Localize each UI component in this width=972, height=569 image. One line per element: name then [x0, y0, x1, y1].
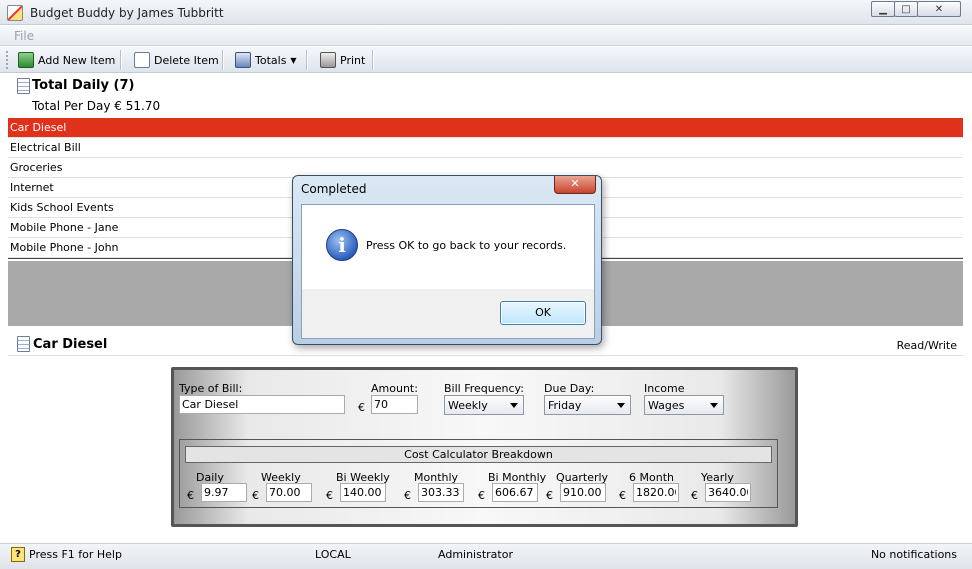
amount-input[interactable]: [371, 395, 418, 414]
document-icon: [17, 78, 30, 94]
title-bar: Budget Buddy by James Tubbritt ▁ □ ✕: [0, 0, 972, 25]
toolbar-separator: [306, 50, 307, 70]
close-button[interactable]: ✕: [917, 1, 961, 17]
toolbar: Add New Item Delete Item Totals ▼ Print: [0, 47, 972, 73]
total-per-day: Total Per Day € 51.70: [32, 99, 161, 113]
bill-frequency-label: Bill Frequency:: [444, 382, 524, 395]
detail-body: Type of Bill: Amount: € Bill Frequency: …: [8, 357, 963, 542]
menu-bar: File: [0, 26, 972, 46]
maximize-button[interactable]: □: [894, 1, 918, 17]
bill-frequency-select[interactable]: Weekly: [444, 395, 524, 415]
status-bar: ? Press F1 for Help LOCAL Administrator …: [0, 543, 972, 569]
euro-symbol: €: [252, 489, 259, 502]
euro-symbol: €: [358, 401, 365, 414]
breakdown-value-input[interactable]: [560, 483, 606, 502]
dialog-message-area: i Press OK to go back to your records.: [302, 205, 594, 289]
print-button[interactable]: Print: [317, 50, 368, 70]
window-controls: ▁ □ ✕: [871, 1, 961, 17]
dialog-close-button[interactable]: ✕: [554, 176, 596, 194]
document-icon: [17, 336, 30, 352]
printer-icon: [320, 52, 336, 68]
list-item[interactable]: Electrical Bill: [8, 138, 963, 158]
amount-label: Amount:: [371, 382, 418, 395]
status-notifications: No notifications: [870, 548, 957, 561]
income-value: Wages: [648, 399, 685, 412]
dropdown-arrow-icon: ▼: [290, 55, 297, 65]
completed-dialog: Completed ✕ i Press OK to go back to you…: [292, 175, 602, 345]
add-new-item-label: Add New Item: [38, 53, 116, 67]
euro-symbol: €: [546, 489, 553, 502]
breakdown-value-input[interactable]: [418, 483, 464, 502]
delete-item-label: Delete Item: [154, 53, 219, 67]
window-title: Budget Buddy by James Tubbritt: [30, 6, 224, 20]
breakdown-value-input[interactable]: [266, 483, 312, 502]
income-select[interactable]: Wages: [644, 395, 724, 415]
chevron-down-icon: [510, 403, 518, 408]
totals-label: Totals: [255, 53, 287, 67]
breakdown-value-input[interactable]: [633, 483, 679, 502]
due-day-select[interactable]: Friday: [544, 395, 631, 415]
total-daily-title: Total Daily (7): [32, 78, 135, 93]
detail-title: Car Diesel: [33, 337, 108, 352]
type-of-bill-input[interactable]: [179, 395, 345, 414]
toolbar-grip[interactable]: [6, 51, 9, 69]
print-label: Print: [340, 53, 366, 67]
totals-dropdown-button[interactable]: Totals ▼: [232, 50, 300, 70]
app-pencil-icon: [7, 5, 23, 21]
add-money-icon: [18, 52, 34, 68]
delete-item-button[interactable]: Delete Item: [131, 50, 222, 70]
euro-symbol: €: [619, 489, 626, 502]
euro-symbol: €: [404, 489, 411, 502]
breakdown-value-input[interactable]: [705, 483, 751, 502]
breakdown-value-input[interactable]: [201, 483, 247, 502]
totals-calculator-icon: [235, 52, 251, 68]
due-day-value: Friday: [548, 399, 582, 412]
list-item[interactable]: Car Diesel: [8, 118, 963, 138]
bill-editor-panel: Type of Bill: Amount: € Bill Frequency: …: [171, 367, 798, 527]
toolbar-separator: [120, 50, 121, 70]
euro-symbol: €: [691, 489, 698, 502]
toolbar-separator: [222, 50, 223, 70]
cost-breakdown-group: Cost Calculator Breakdown Daily€Weekly€B…: [179, 439, 778, 508]
add-new-item-button[interactable]: Add New Item: [15, 50, 118, 70]
dialog-message: Press OK to go back to your records.: [366, 239, 567, 252]
euro-symbol: €: [187, 489, 194, 502]
euro-symbol: €: [478, 489, 485, 502]
status-help: Press F1 for Help: [29, 548, 122, 561]
help-icon: ?: [11, 547, 25, 562]
bill-frequency-value: Weekly: [448, 399, 488, 412]
type-of-bill-label: Type of Bill:: [179, 382, 243, 395]
mode-label: Read/Write: [896, 339, 957, 352]
chevron-down-icon: [617, 403, 625, 408]
status-user: Administrator: [438, 548, 513, 561]
info-icon: i: [326, 229, 358, 261]
ok-button[interactable]: OK: [500, 301, 586, 325]
menu-file[interactable]: File: [14, 29, 34, 43]
income-label: Income: [644, 382, 685, 395]
delete-document-icon: [134, 52, 150, 68]
due-day-label: Due Day:: [544, 382, 595, 395]
dialog-title: Completed: [301, 182, 367, 196]
breakdown-value-input[interactable]: [492, 483, 538, 502]
chevron-down-icon: [710, 403, 718, 408]
breakdown-value-input[interactable]: [340, 483, 386, 502]
minimize-button[interactable]: ▁: [871, 1, 895, 17]
dialog-content: i Press OK to go back to your records. O…: [301, 204, 595, 339]
toolbar-separator: [372, 50, 373, 70]
euro-symbol: €: [326, 489, 333, 502]
cost-breakdown-title: Cost Calculator Breakdown: [185, 446, 772, 463]
status-location: LOCAL: [315, 548, 351, 561]
